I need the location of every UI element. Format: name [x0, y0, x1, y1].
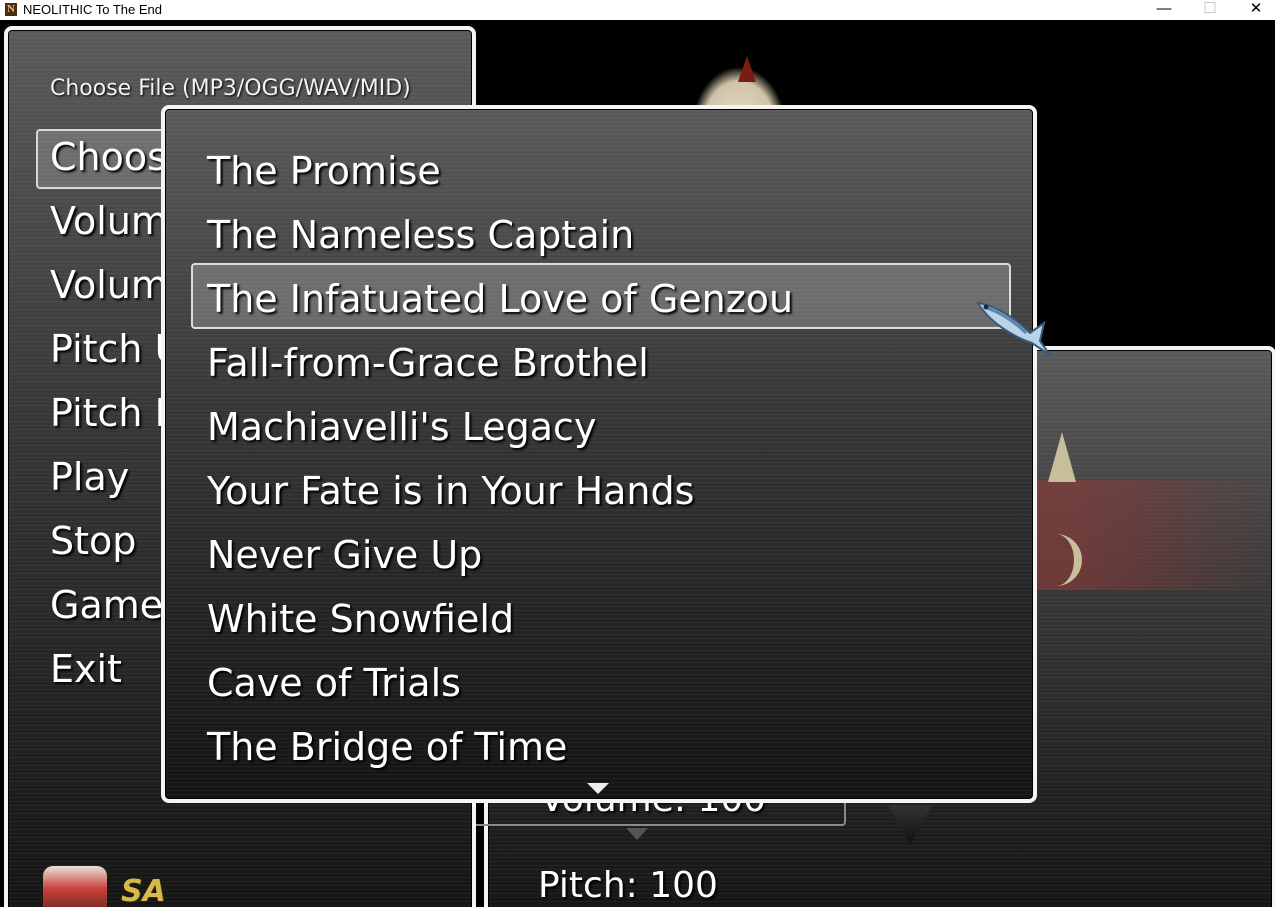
minimize-button[interactable]: — [1141, 0, 1187, 20]
shield-icon [888, 805, 932, 845]
maximize-button[interactable]: ☐ [1187, 0, 1233, 20]
song-list-window: The Promise The Nameless Captain The Inf… [161, 105, 1037, 803]
song-item[interactable]: Never Give Up [207, 533, 482, 577]
game-scene: Volume: 100 Pitch: 100 Choose File (MP3/… [0, 20, 1275, 907]
song-item-selected[interactable]: The Infatuated Love of Genzou [207, 277, 793, 321]
song-item[interactable]: Fall-from-Grace Brothel [207, 341, 649, 385]
character-ear-sprite [738, 56, 756, 82]
song-item[interactable]: Your Fate is in Your Hands [207, 469, 694, 513]
scroll-down-arrow-icon[interactable] [587, 783, 609, 794]
window-title-bar: N NEOLITHIC To The End — ☐ ✕ [0, 0, 1275, 20]
menu-item-game[interactable]: Game [50, 583, 163, 627]
command-window-header: Choose File (MP3/OGG/WAV/MID) [50, 76, 411, 101]
avatar [43, 866, 107, 907]
menu-item-volume-up[interactable]: Volum [50, 199, 168, 243]
close-button[interactable]: ✕ [1233, 0, 1275, 20]
app-icon: N [5, 3, 17, 16]
volume-down-arrow-icon [626, 828, 648, 840]
song-item[interactable]: The Nameless Captain [207, 213, 634, 257]
menu-item-exit[interactable]: Exit [50, 647, 122, 691]
decoration-triangle [1048, 432, 1076, 482]
song-item[interactable]: The Promise [207, 149, 441, 193]
song-item[interactable]: White Snowfield [207, 597, 514, 641]
menu-item-play[interactable]: Play [50, 455, 129, 499]
song-item[interactable]: Cave of Trials [207, 661, 461, 705]
menu-item-volume-down[interactable]: Volum [50, 263, 168, 307]
fish-cursor-icon [976, 301, 1051, 356]
song-item[interactable]: Machiavelli's Legacy [207, 405, 596, 449]
sa-logo: SA [121, 874, 166, 907]
window-title: NEOLITHIC To The End [23, 2, 162, 17]
menu-item-stop[interactable]: Stop [50, 519, 136, 563]
pitch-readout: Pitch: 100 [538, 865, 718, 906]
song-item[interactable]: The Bridge of Time [207, 725, 567, 769]
